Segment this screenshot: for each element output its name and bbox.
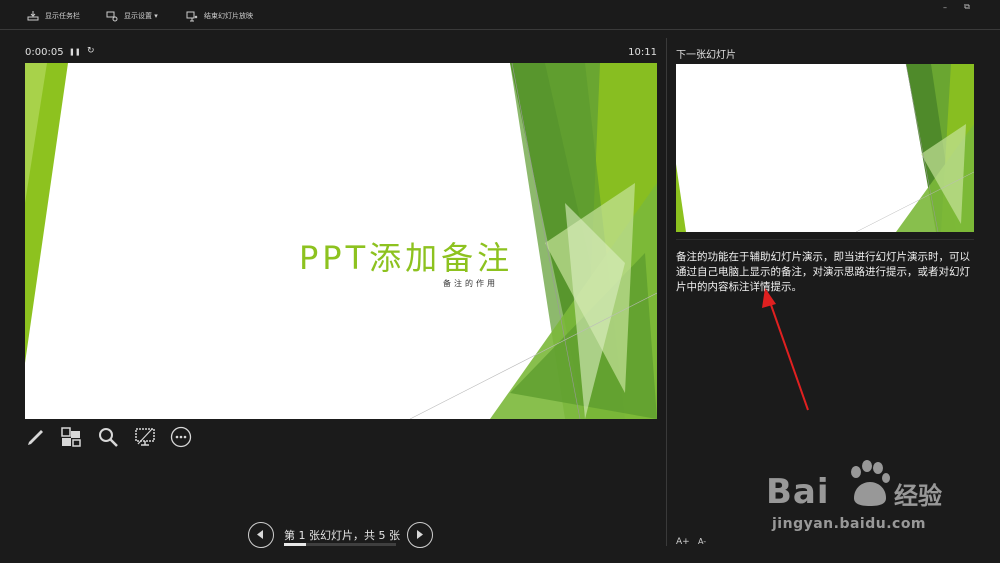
view-all-slides-icon: [61, 427, 81, 447]
slide-counter[interactable]: 第 1 张幻灯片，共 5 张: [284, 527, 400, 543]
zoom-button[interactable]: [97, 426, 119, 448]
current-slide[interactable]: PPT添加备注 备注的作用: [25, 63, 657, 419]
display-settings-icon: [106, 11, 118, 22]
next-slide-decoration: [676, 64, 974, 232]
taskbar-icon: [27, 11, 39, 21]
show-taskbar-label: 显示任务栏: [45, 12, 80, 20]
presenter-toolbar: 显示任务栏 显示设置 ▾ 结束幻灯片放映 – ⧉: [0, 0, 1000, 30]
panel-divider[interactable]: [666, 38, 667, 546]
decrease-font-button[interactable]: A-: [698, 537, 706, 546]
pause-timer-button[interactable]: ❚❚: [69, 48, 81, 56]
display-settings-button[interactable]: 显示设置 ▾: [106, 9, 158, 23]
pen-tool-button[interactable]: [25, 426, 47, 448]
black-screen-icon: [135, 428, 155, 446]
paw-logo-icon: [851, 460, 890, 506]
speaker-notes[interactable]: 备注的功能在于辅助幻灯片演示，即当进行幻灯片演示时，可以通过自己电脑上显示的备注…: [676, 250, 976, 295]
restore-button[interactable]: ⧉: [961, 2, 973, 12]
next-slide-preview[interactable]: [676, 64, 974, 232]
baidu-jingyan-watermark: Bai 经验 jingyan.baidu.com: [766, 460, 982, 540]
end-slideshow-button[interactable]: 结束幻灯片放映: [186, 9, 253, 23]
slide-title: PPT添加备注: [299, 239, 514, 277]
minimize-button[interactable]: –: [939, 2, 951, 12]
increase-font-button[interactable]: A+: [676, 537, 690, 547]
slide-progress-fill: [284, 543, 307, 546]
watermark-brand: Bai: [766, 472, 830, 512]
previous-slide-button[interactable]: [248, 522, 274, 548]
next-arrow-icon: [417, 530, 423, 539]
display-settings-label: 显示设置 ▾: [124, 12, 158, 20]
end-slideshow-icon: [186, 11, 198, 22]
black-screen-button[interactable]: [134, 426, 156, 448]
end-slideshow-label: 结束幻灯片放映: [204, 12, 253, 20]
next-slide-label: 下一张幻灯片: [676, 50, 736, 61]
more-options-button[interactable]: [170, 426, 192, 448]
zoom-icon: [99, 428, 118, 447]
previous-arrow-icon: [257, 530, 263, 539]
annotation-arrow: [762, 288, 809, 411]
more-options-icon: [170, 426, 192, 448]
see-all-slides-button[interactable]: [60, 426, 82, 448]
watermark-brand-cn: 经验: [894, 482, 942, 510]
elapsed-timer: 0:00:05: [25, 47, 64, 58]
notes-separator: [676, 239, 974, 240]
clock: 10:11: [628, 47, 657, 58]
show-taskbar-button[interactable]: 显示任务栏: [27, 9, 80, 23]
slide-progress-bar: [284, 543, 396, 546]
pen-icon: [28, 430, 43, 445]
reset-timer-button[interactable]: ↻: [87, 46, 95, 56]
next-slide-button[interactable]: [407, 522, 433, 548]
watermark-url: jingyan.baidu.com: [772, 516, 927, 532]
slide-subtitle: 备注的作用: [443, 279, 498, 288]
